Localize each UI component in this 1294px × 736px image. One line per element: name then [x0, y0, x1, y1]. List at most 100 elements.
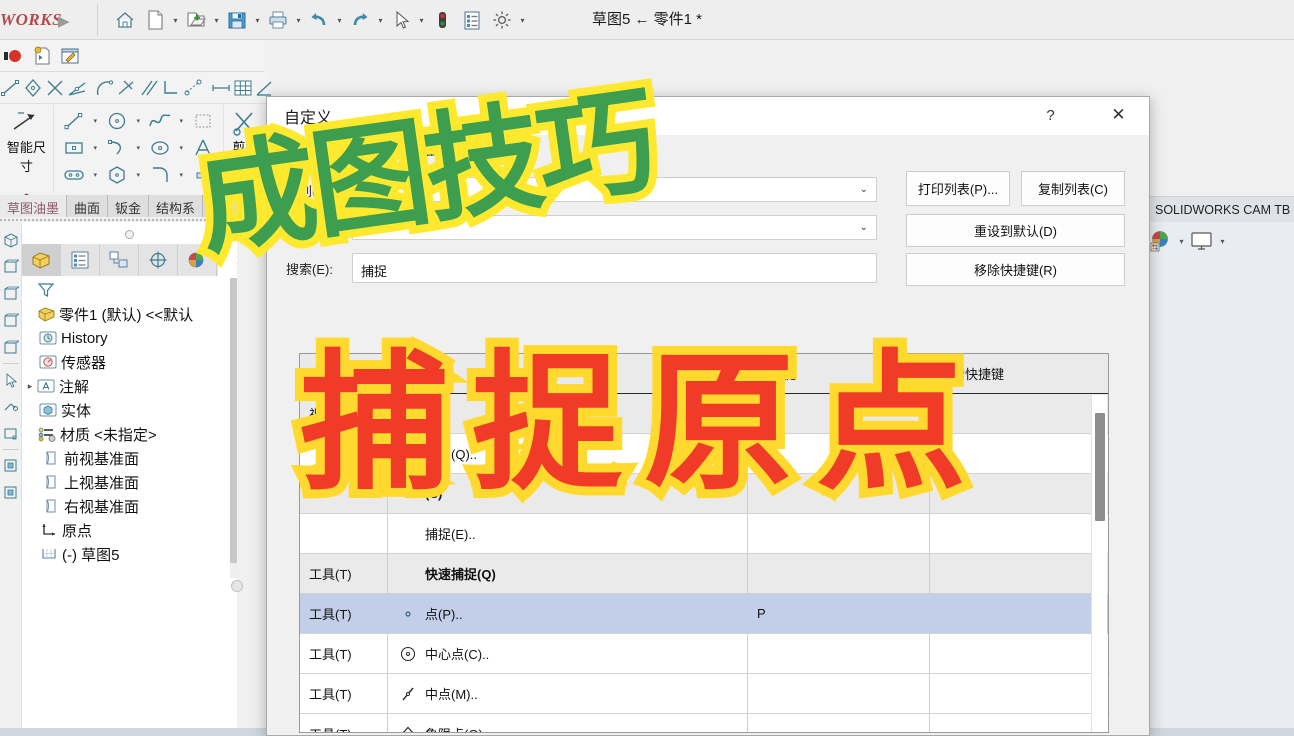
feature-tree-item-10[interactable]: (-) 草图5 — [24, 542, 236, 566]
parallel-relation-icon[interactable] — [138, 74, 160, 101]
table-row-selected[interactable]: 工具(T) 点(P).. P — [300, 594, 1108, 634]
fillet-entity-icon[interactable] — [143, 161, 177, 188]
polygon-entity-dropdown-icon[interactable]: ▾ — [134, 161, 143, 188]
display-state-dropdown-icon[interactable]: ▾ — [1217, 227, 1228, 255]
feature-tree-filter-row[interactable] — [24, 278, 236, 302]
chevron-down-icon[interactable]: ⌄ — [860, 222, 868, 233]
zoom-to-fit-icon[interactable] — [0, 334, 22, 361]
feature-tree-item-4[interactable]: 实体 — [24, 398, 236, 422]
merge-relation-icon[interactable] — [44, 74, 66, 101]
linear-pattern-icon[interactable] — [210, 74, 232, 101]
dimxpert-manager-tab[interactable] — [139, 244, 178, 276]
rectangle-entity-dropdown-icon[interactable]: ▾ — [91, 134, 100, 161]
tree-expander-annotations[interactable]: ▸ — [24, 381, 36, 392]
reset-default-button[interactable]: 重设到默认(D) — [906, 214, 1125, 247]
hide-show-items-icon[interactable] — [0, 307, 22, 334]
arc-entity-icon[interactable] — [100, 134, 134, 161]
dialog-tab-toolbars[interactable]: 工具栏 — [278, 137, 350, 161]
task-pane-tab-header[interactable]: SOLIDWORKS CAM TB — [1140, 196, 1294, 222]
feature-tree-item-2[interactable]: 传感器 — [24, 350, 236, 374]
trim-entities-group[interactable]: 剪裁实 — [224, 105, 268, 193]
line-entity-dropdown-icon[interactable]: ▾ — [91, 107, 100, 134]
stop-record-icon[interactable] — [0, 43, 28, 69]
smart-dimension-group[interactable]: 智能尺寸 ▾ — [0, 105, 54, 200]
appearances-dropdown-icon[interactable]: ▾ — [1176, 227, 1187, 255]
display-state-icon[interactable] — [1187, 227, 1217, 255]
perpendicular-relation-icon[interactable] — [160, 74, 182, 101]
fillet-entity-dropdown-icon[interactable]: ▾ — [177, 161, 186, 188]
table-row[interactable]: 工具(T) 中心点(C).. — [300, 634, 1108, 674]
plane-entity-icon[interactable] — [186, 161, 220, 188]
polygon-tool-icon[interactable] — [22, 74, 44, 101]
circle-entity-dropdown-icon[interactable]: ▾ — [134, 107, 143, 134]
feature-tree-item-3[interactable]: ▸ 注解 — [24, 374, 236, 398]
slot-entity-icon[interactable] — [57, 161, 91, 188]
table-row[interactable]: (S) — [300, 474, 1108, 514]
ribbon-tab-0[interactable]: 草图油墨 — [0, 195, 68, 217]
feature-tree-scrollbar[interactable] — [230, 278, 237, 578]
circle-entity-icon[interactable] — [100, 107, 134, 134]
panel-resize-handle[interactable] — [231, 580, 243, 592]
property-manager-tab[interactable] — [61, 244, 100, 276]
edit-macro-icon[interactable] — [56, 43, 84, 69]
rectangle-entity-icon[interactable] — [57, 134, 91, 161]
tangent-relation-icon[interactable] — [116, 74, 138, 101]
view-orientation-icon[interactable] — [0, 253, 22, 280]
select-tool-icon[interactable] — [0, 366, 22, 393]
ribbon-tab-1[interactable]: 曲面 — [67, 195, 109, 217]
text-entity-icon[interactable] — [186, 134, 220, 161]
angle-relation-icon[interactable] — [66, 74, 88, 101]
table-scrollbar[interactable] — [1091, 395, 1107, 732]
dialog-help-button[interactable]: ? — [1028, 97, 1073, 133]
feature-manager-splitter[interactable] — [22, 226, 237, 242]
show-combobox[interactable]: ⌄ — [352, 215, 877, 240]
appearance-icon[interactable] — [0, 452, 22, 479]
feature-tree-item-0[interactable]: 零件1 (默认) <<默认 — [24, 302, 236, 326]
print-list-button[interactable]: 打印列表(P)... — [906, 171, 1010, 206]
feature-tree-item-9[interactable]: 原点 — [24, 518, 236, 542]
spline-entity-dropdown-icon[interactable]: ▾ — [177, 107, 186, 134]
slot-entity-dropdown-icon[interactable]: ▾ — [91, 161, 100, 188]
table-row[interactable]: 工具(T) 中点(M).. — [300, 674, 1108, 714]
table-row[interactable]: 视图(V) — [300, 394, 1108, 434]
configuration-manager-tab[interactable] — [100, 244, 139, 276]
display-style-icon[interactable] — [0, 280, 22, 307]
category-combobox[interactable]: ⌄ — [352, 177, 877, 202]
section-view-icon[interactable] — [0, 226, 22, 253]
search-input[interactable]: 捕捉 — [352, 253, 877, 283]
table-row[interactable]: 捕捉(Q).. — [300, 434, 1108, 474]
ribbon-tab-2[interactable]: 钣金 — [108, 195, 150, 217]
table-row[interactable]: 工具(T) 快速捕捉(Q) — [300, 554, 1108, 594]
grid-icon[interactable] — [232, 74, 254, 101]
ribbon-tab-3[interactable]: 结构系 — [149, 195, 204, 217]
feature-manager-tab[interactable] — [22, 244, 61, 276]
table-row[interactable]: 工具(T) 象限点(Q).. — [300, 714, 1108, 732]
splitter-handle-icon[interactable] — [125, 229, 134, 239]
dialog-tab-mouse-gestures[interactable]: 鼠标手势 — [409, 137, 494, 161]
feature-tree-item-6[interactable]: 前视基准面 — [24, 446, 236, 470]
ellipse-entity-dropdown-icon[interactable]: ▾ — [177, 134, 186, 161]
construction-geometry-icon[interactable] — [182, 74, 204, 101]
remove-shortcut-button[interactable]: 移除快捷键(R) — [906, 253, 1125, 286]
feature-tree-item-7[interactable]: 上视基准面 — [24, 470, 236, 494]
chevron-down-icon[interactable]: ⌄ — [860, 184, 868, 195]
measure-tool-icon[interactable] — [0, 393, 22, 420]
run-macro-icon[interactable] — [28, 43, 56, 69]
polygon-entity-icon[interactable] — [100, 161, 134, 188]
scene-icon[interactable] — [0, 479, 22, 506]
line-tool-icon[interactable] — [0, 74, 22, 101]
dialog-title-bar[interactable]: 自定义 ? ✕ — [267, 97, 1149, 135]
scrollbar-thumb[interactable] — [1095, 413, 1105, 521]
sketch-plane-icon[interactable] — [0, 420, 22, 447]
arc-relation-icon[interactable] — [94, 74, 116, 101]
sketch-picture-icon[interactable] — [186, 107, 220, 134]
table-row[interactable]: 捕捉(E).. — [300, 514, 1108, 554]
display-manager-tab[interactable] — [178, 244, 217, 276]
feature-tree-item-5[interactable]: 材质 <未指定> — [24, 422, 236, 446]
appearances-icon[interactable] — [1146, 227, 1176, 255]
line-entity-icon[interactable] — [57, 107, 91, 134]
arc-entity-dropdown-icon[interactable]: ▾ — [134, 134, 143, 161]
feature-tree-item-1[interactable]: History — [24, 326, 236, 350]
dialog-tab-keyboard[interactable]: 键盘 — [349, 137, 410, 161]
spline-entity-icon[interactable] — [143, 107, 177, 134]
